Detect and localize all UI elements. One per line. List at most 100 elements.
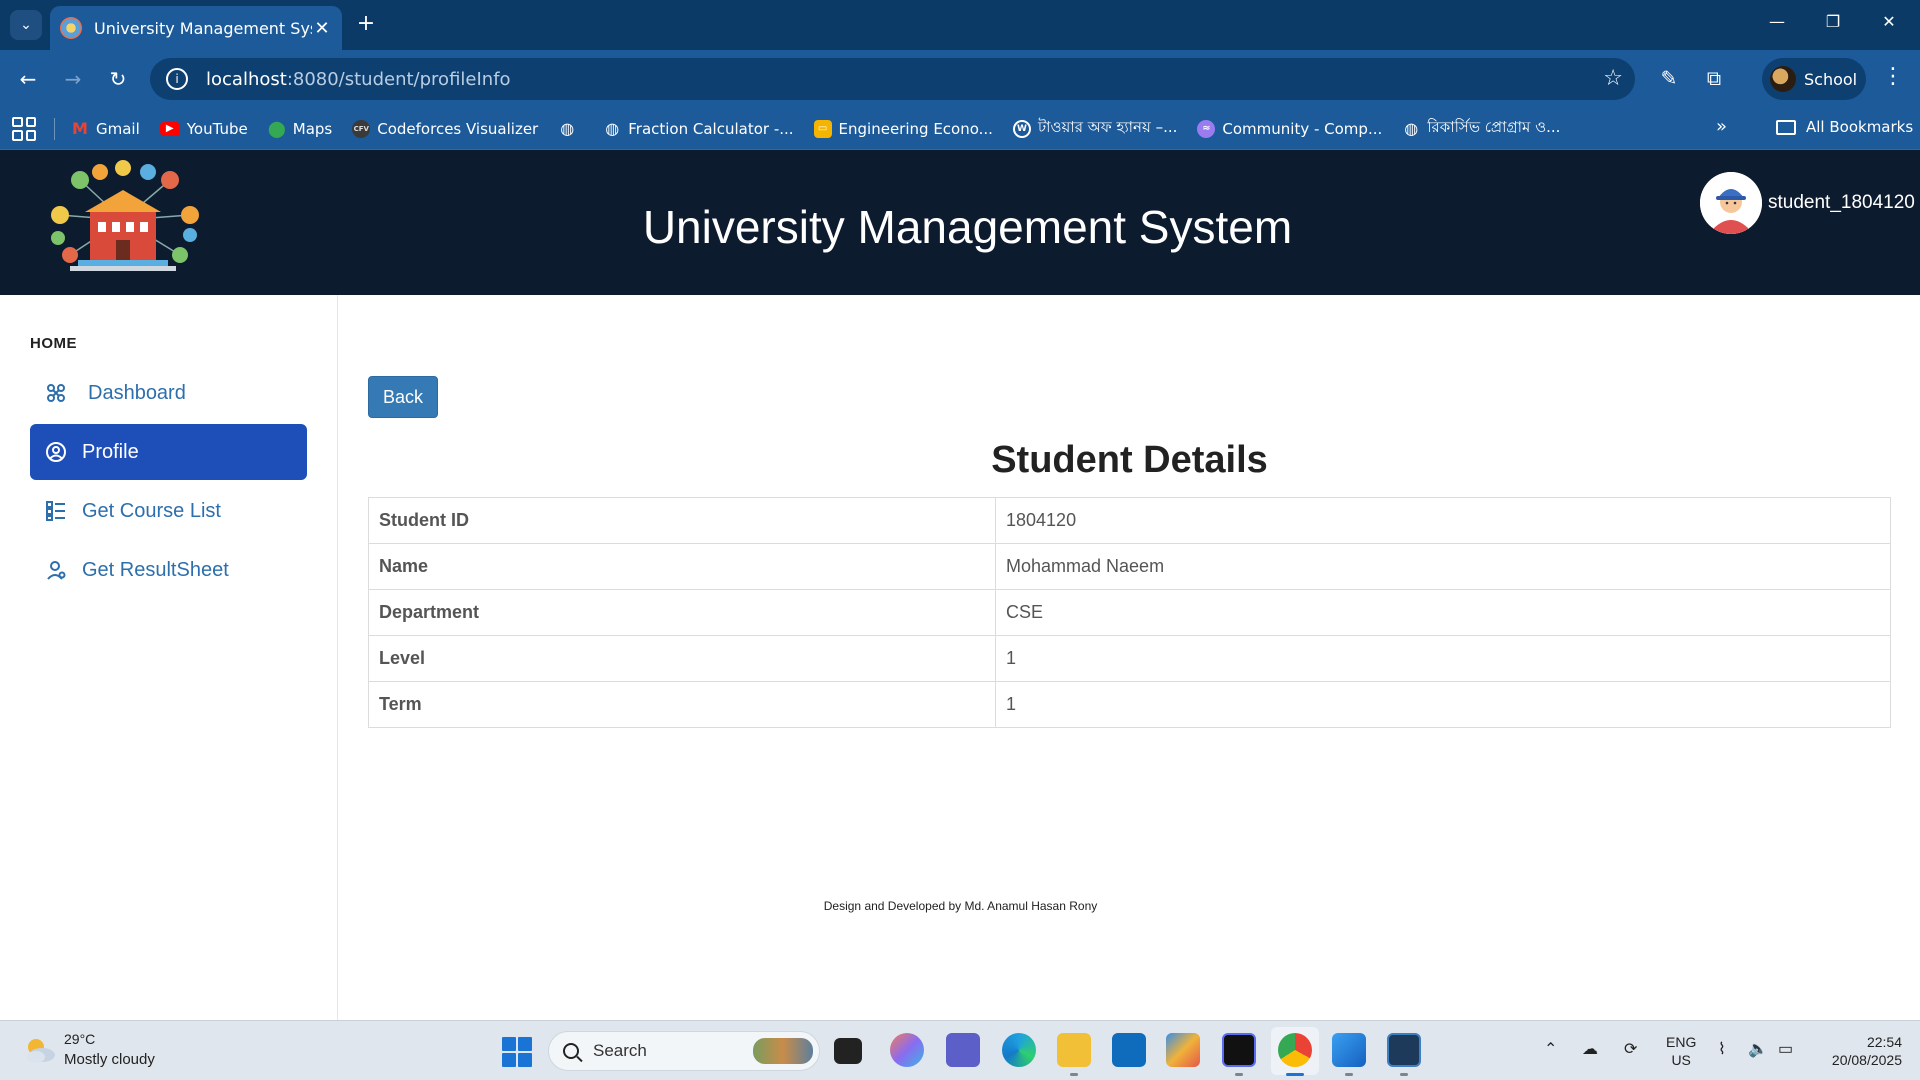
intellij-icon[interactable] [1222, 1033, 1256, 1067]
field-label: Student ID [368, 497, 996, 544]
bookmark-label: Fraction Calculator -... [628, 119, 794, 138]
bookmark-label: টাওয়ার অফ হ্যানয় –... [1037, 118, 1178, 136]
bookmark-label: রিকার্সিভ প্রোগ্রাম ও... [1427, 118, 1561, 136]
back-button[interactable]: Back [368, 376, 438, 418]
sync-icon[interactable]: ⟳ [1624, 1039, 1637, 1059]
weather-cloudy-icon[interactable] [22, 1035, 56, 1065]
youtube-icon: ▶ [159, 121, 180, 136]
weather-description: Mostly cloudy [64, 1051, 155, 1068]
bookmark-tower-of-hanoi[interactable]: W টাওয়ার অফ হ্যানয় –... [1012, 116, 1178, 141]
username-label[interactable]: student_1804120 [1768, 192, 1915, 214]
profile-label: School [1804, 69, 1858, 89]
app-title: University Management System [642, 201, 1293, 253]
more-menu-icon[interactable]: ⋮ [1882, 64, 1904, 89]
keyboard-region: US [1671, 1052, 1691, 1068]
list-icon [44, 499, 68, 523]
reload-icon[interactable]: ↻ [103, 64, 133, 94]
apps-grid-icon[interactable] [12, 116, 36, 141]
tab-favicon-icon [60, 17, 82, 39]
person-icon [44, 558, 68, 582]
taskbar-search[interactable]: Search [548, 1031, 820, 1071]
system-clock[interactable]: 22:54 20/08/2025 [1810, 1033, 1902, 1069]
bookmark-maps[interactable]: ⬤ Maps [267, 119, 333, 138]
field-label: Level [368, 635, 996, 682]
clock-time: 22:54 [1866, 1034, 1902, 1050]
sidebar-item-dashboard[interactable]: Dashboard [30, 365, 307, 421]
m365-icon[interactable] [1166, 1033, 1200, 1067]
browser-tab-bar: ⌄ University Management System ✕ + — ❐ ✕ [0, 0, 1920, 50]
chevron-up-icon[interactable]: ⌃ [1544, 1039, 1557, 1059]
bookmarks-divider [54, 117, 55, 140]
window-close-icon[interactable]: ✕ [1874, 12, 1904, 31]
dashboard-icon [44, 381, 68, 405]
task-view-icon[interactable] [834, 1038, 862, 1064]
profile-button[interactable]: School [1762, 58, 1866, 100]
profile-avatar-icon [1770, 66, 1796, 92]
bookmark-recursive-program[interactable]: ◍ রিকার্সিভ প্রোগ্রাম ও... [1402, 116, 1560, 141]
forward-arrow-icon[interactable]: → [58, 64, 88, 94]
bookmark-youtube[interactable]: ▶ YouTube [159, 120, 248, 138]
table-row: Level 1 [368, 635, 1891, 682]
url-host: localhost [206, 68, 287, 90]
footer-credit: Design and Developed by Md. Anamul Hasan… [823, 899, 1098, 913]
new-tab-button[interactable]: + [354, 12, 378, 36]
student-details-table: Student ID 1804120 Name Mohammad Naeem D… [368, 497, 1891, 728]
bookmark-community[interactable]: ≈ Community - Comp... [1197, 119, 1383, 138]
wordpress-icon: W [1012, 119, 1031, 138]
file-explorer-icon[interactable] [1057, 1033, 1091, 1067]
tab-search-button[interactable]: ⌄ [10, 10, 42, 40]
sidebar-item-label: Dashboard [88, 381, 186, 404]
battery-icon[interactable]: ▭ [1778, 1039, 1793, 1059]
restore-icon[interactable]: ❐ [1818, 12, 1848, 31]
teams-icon[interactable] [946, 1033, 980, 1067]
bookmarks-bar: M Gmail ▶ YouTube ⬤ Maps CFV Codeforces … [0, 108, 1920, 150]
language-code: ENG [1666, 1034, 1697, 1050]
bookmark-engineering-economics[interactable]: ▭ Engineering Econo... [813, 119, 993, 138]
close-icon[interactable]: ✕ [312, 18, 332, 39]
bookmark-label: Gmail [96, 119, 140, 138]
minimize-icon[interactable]: — [1762, 12, 1792, 31]
bookmark-fraction-calculator[interactable]: ◍ Fraction Calculator -... [603, 119, 794, 138]
sidebar-item-resultsheet[interactable]: Get ResultSheet [30, 542, 307, 598]
tab-title: University Management System [94, 18, 312, 38]
globe-icon: ◍ [560, 119, 575, 138]
site-info-icon[interactable]: i [166, 68, 188, 90]
photos-icon[interactable] [1332, 1033, 1366, 1067]
mysql-workbench-icon[interactable] [1387, 1033, 1421, 1067]
bookmark-star-icon[interactable]: ☆ [1603, 66, 1623, 91]
bookmark-label: Community - Comp... [1222, 119, 1383, 138]
windows-start-icon[interactable] [502, 1037, 532, 1067]
extensions-icon[interactable]: ⧉ [1700, 66, 1728, 90]
bookmark-label: Codeforces Visualizer [377, 119, 539, 138]
globe-icon: ◍ [605, 119, 620, 138]
folder-icon [1776, 119, 1796, 135]
maps-icon: ⬤ [267, 119, 286, 138]
bookmark-gmail[interactable]: M Gmail [71, 119, 140, 138]
wifi-icon[interactable]: ⌇ [1718, 1039, 1726, 1059]
browser-tab[interactable]: University Management System ✕ [50, 6, 342, 50]
copilot-icon[interactable] [890, 1033, 924, 1067]
edge-icon[interactable] [1002, 1033, 1036, 1067]
bookmark-label: Maps [292, 119, 333, 138]
bookmark-codeforces-visualizer[interactable]: CFV Codeforces Visualizer [352, 119, 539, 138]
language-indicator[interactable]: ENG US [1666, 1033, 1696, 1069]
field-value: CSE [995, 589, 1891, 636]
clock-date: 20/08/2025 [1831, 1052, 1902, 1068]
weather-temperature: 29°C [64, 1031, 96, 1047]
sidebar-item-profile[interactable]: Profile [30, 424, 307, 480]
chrome-icon[interactable] [1278, 1033, 1312, 1067]
outlook-icon[interactable] [1112, 1033, 1146, 1067]
sidebar-item-course-list[interactable]: Get Course List [30, 483, 307, 539]
bookmark-globe[interactable]: ◍ [558, 119, 583, 138]
cfv-icon: CFV [352, 119, 371, 138]
volume-icon[interactable]: 🔈 [1748, 1039, 1768, 1059]
avatar[interactable] [1700, 172, 1762, 234]
more-bookmarks-icon[interactable]: » [1716, 116, 1727, 137]
back-arrow-icon[interactable]: ← [13, 64, 43, 94]
running-indicator [1345, 1073, 1353, 1076]
main-content: Back Student Details Student ID 1804120 … [338, 295, 1920, 1020]
eyedropper-icon[interactable]: ✎ [1655, 66, 1683, 90]
address-bar[interactable]: i localhost:8080/student/profileInfo ☆ [150, 58, 1635, 100]
onedrive-icon[interactable]: ☁ [1582, 1039, 1598, 1059]
all-bookmarks-button[interactable]: All Bookmarks [1776, 118, 1913, 136]
